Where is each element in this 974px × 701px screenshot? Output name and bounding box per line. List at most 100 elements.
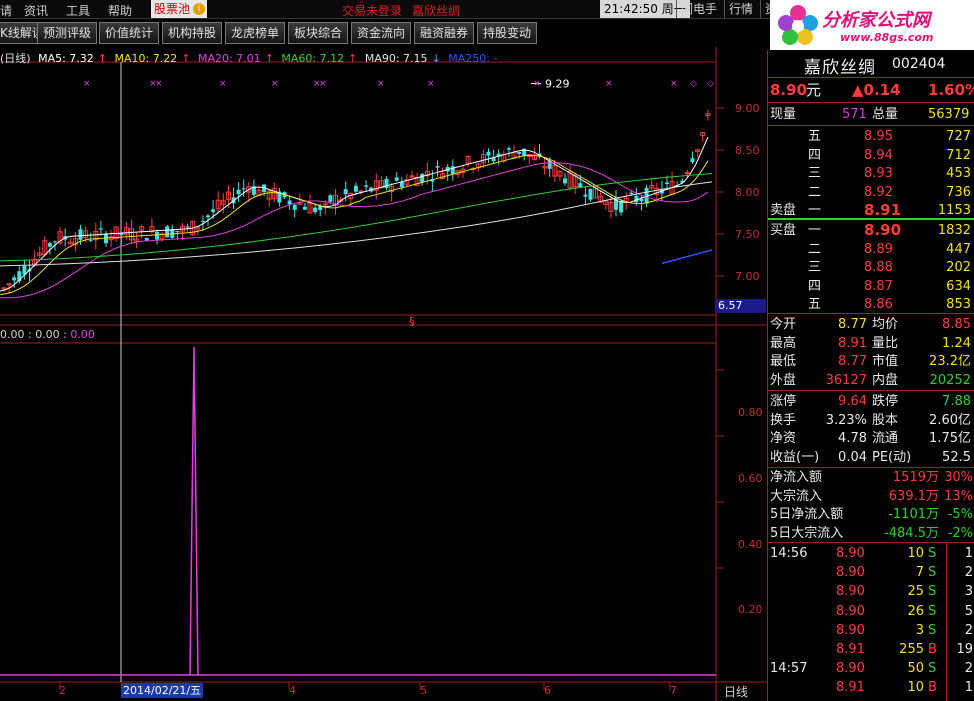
tab-institution-holdings[interactable]: 机构持股 bbox=[162, 22, 223, 44]
ask-row[interactable]: 二 8.92 736 bbox=[768, 183, 974, 202]
ask-row[interactable]: 三 8.93 453 bbox=[768, 164, 974, 183]
stock-pool-button[interactable]: 股票池 i bbox=[151, 0, 207, 18]
indicator-tick-label: 0.20 bbox=[738, 603, 763, 616]
signal-marker-icon: × bbox=[427, 79, 435, 89]
bid-row[interactable]: 三 8.88 202 bbox=[768, 258, 974, 277]
ask-row[interactable]: 五 8.95 727 bbox=[768, 127, 974, 146]
indicator-tick-label: 0.40 bbox=[738, 538, 763, 551]
flow-pct: -2% bbox=[947, 525, 973, 541]
bid-volume: 447 bbox=[946, 241, 971, 257]
tick-row: 8.90 7 S 2 bbox=[768, 563, 974, 582]
tab-money-flow[interactable]: 资金流向 bbox=[351, 22, 412, 44]
function-toolbar: K线解读 预测评级 价值统计 机构持股 龙虎榜单 板块综合 资金流向 融资融券 … bbox=[0, 19, 770, 47]
flow-row: 5日净流入额 -1101万 -5% bbox=[768, 505, 974, 524]
flow-value: -1101万 bbox=[888, 507, 939, 523]
menu-item-0[interactable]: 请 bbox=[0, 2, 12, 19]
tick-count: 19 bbox=[956, 642, 973, 657]
menu-item-tools[interactable]: 工具 bbox=[66, 2, 90, 19]
candle bbox=[37, 246, 43, 259]
vol-total-label: 总量 bbox=[872, 107, 899, 122]
signal-marker-icon: × bbox=[271, 79, 279, 89]
stat-row: 收益(一) 0.04 PE(动) 52.5 bbox=[768, 448, 974, 467]
candle bbox=[134, 231, 140, 249]
tick-row: 8.90 26 S 5 bbox=[768, 602, 974, 621]
candle bbox=[104, 231, 108, 247]
candle bbox=[180, 222, 185, 241]
stat-value: 8.85 bbox=[942, 317, 971, 332]
tab-value-stats[interactable]: 价值统计 bbox=[99, 22, 160, 44]
candle bbox=[277, 188, 282, 207]
tick-price: 8.90 bbox=[836, 661, 865, 677]
tick-side: S bbox=[928, 546, 937, 561]
tick-count: 3 bbox=[964, 584, 973, 600]
vol-now-label: 现量 bbox=[770, 107, 797, 122]
tab-forecast-rating[interactable]: 预测评级 bbox=[37, 22, 98, 44]
legend-ma60: MA60: 7.12 bbox=[281, 52, 345, 65]
flow-key: 5日大宗流入 bbox=[770, 525, 844, 541]
stat-key: PE(动) bbox=[872, 449, 912, 465]
bid-row[interactable]: 四 8.87 634 bbox=[768, 277, 974, 296]
bid-volume: 202 bbox=[946, 260, 971, 276]
bid-price: 8.86 bbox=[864, 297, 893, 313]
bid-row[interactable]: 五 8.86 853 bbox=[768, 295, 974, 314]
tab-dragon-tiger[interactable]: 龙虎榜单 bbox=[225, 22, 286, 44]
bid-row[interactable]: 买盘一 8.90 1832 bbox=[768, 221, 974, 240]
ask-row[interactable]: 四 8.94 712 bbox=[768, 146, 974, 165]
bid-level: 二 bbox=[808, 241, 822, 257]
tick-price: 8.91 bbox=[836, 642, 865, 657]
kline-chart[interactable]: §9.29× ×× × × ×× × × × × × ◇ ◇ bbox=[0, 47, 770, 701]
tick-row: 15:00 8.90 571 45 bbox=[768, 698, 974, 701]
bid-row[interactable]: 二 8.89 447 bbox=[768, 240, 974, 259]
tick-volume: 3 bbox=[915, 622, 924, 638]
signal-marker-icon: × bbox=[83, 79, 91, 89]
tick-count: 1 bbox=[964, 546, 973, 561]
tick-row: 14:56 8.90 10 S 1 bbox=[768, 544, 974, 563]
candle bbox=[420, 173, 425, 186]
stat-key: 今开 bbox=[770, 317, 797, 332]
stat-row: 今开 8.77 均价 8.85 bbox=[768, 315, 974, 334]
candles bbox=[1, 109, 711, 294]
stat-value: 8.77 bbox=[838, 354, 867, 370]
signal-markers: × ×× × × ×× × × × × × ◇ ◇ bbox=[83, 79, 714, 89]
tick-price: 8.90 bbox=[836, 622, 865, 638]
stat-value: 2.60亿 bbox=[929, 412, 971, 428]
tick-price: 8.90 bbox=[836, 698, 865, 701]
scroll-marker-icon[interactable]: § bbox=[409, 315, 415, 328]
signal-marker-icon: × bbox=[319, 79, 327, 89]
flow-key: 净流入额 bbox=[770, 470, 823, 485]
signal-marker-icon: × bbox=[670, 79, 678, 89]
quotes-button[interactable]: 行情 bbox=[724, 0, 757, 18]
candle bbox=[563, 173, 567, 186]
price-tick-label: 7.50 bbox=[735, 228, 760, 241]
tab-holding-changes[interactable]: 持股变动 bbox=[477, 22, 538, 44]
candle bbox=[129, 219, 134, 243]
tab-sector[interactable]: 板块综合 bbox=[288, 22, 349, 44]
flash-trade-button[interactable]: 闪电手 bbox=[676, 0, 721, 18]
vol-now: 571 bbox=[842, 107, 867, 122]
logo-url: www.88gs.com bbox=[840, 31, 934, 44]
candle bbox=[409, 170, 415, 179]
tick-count: 2 bbox=[964, 622, 973, 638]
stat-value: 4.78 bbox=[838, 431, 867, 447]
candle bbox=[302, 202, 307, 211]
stat-value: 1.75亿 bbox=[929, 431, 971, 447]
candle bbox=[144, 237, 149, 241]
tick-row: 8.91 10 B 1 bbox=[768, 678, 974, 697]
period-tag[interactable]: 日线 bbox=[724, 683, 748, 700]
stat-row: 外盘 36127 内盘 20252 bbox=[768, 371, 974, 390]
chart-area[interactable]: § 9.29 × × × × × × × × × × × × ◇ ◇ bbox=[0, 47, 770, 701]
menu-item-news[interactable]: 资讯 bbox=[24, 2, 48, 19]
candle bbox=[220, 192, 226, 214]
tick-time: 15:00 bbox=[770, 698, 807, 701]
flow-key: 5日净流入额 bbox=[770, 507, 844, 523]
login-status[interactable]: 交易未登录 bbox=[342, 2, 402, 19]
stat-value: 20252 bbox=[929, 372, 971, 388]
price-tick-label: 8.00 bbox=[735, 186, 760, 199]
stat-value: 23.2亿 bbox=[929, 354, 971, 370]
stat-value: 3.23% bbox=[825, 412, 867, 428]
info-icon: i bbox=[193, 3, 205, 15]
month-label: 2 bbox=[59, 684, 66, 697]
candle bbox=[389, 183, 395, 202]
menu-item-help[interactable]: 帮助 bbox=[108, 2, 132, 19]
tab-margin-trading[interactable]: 融资融券 bbox=[414, 22, 475, 44]
